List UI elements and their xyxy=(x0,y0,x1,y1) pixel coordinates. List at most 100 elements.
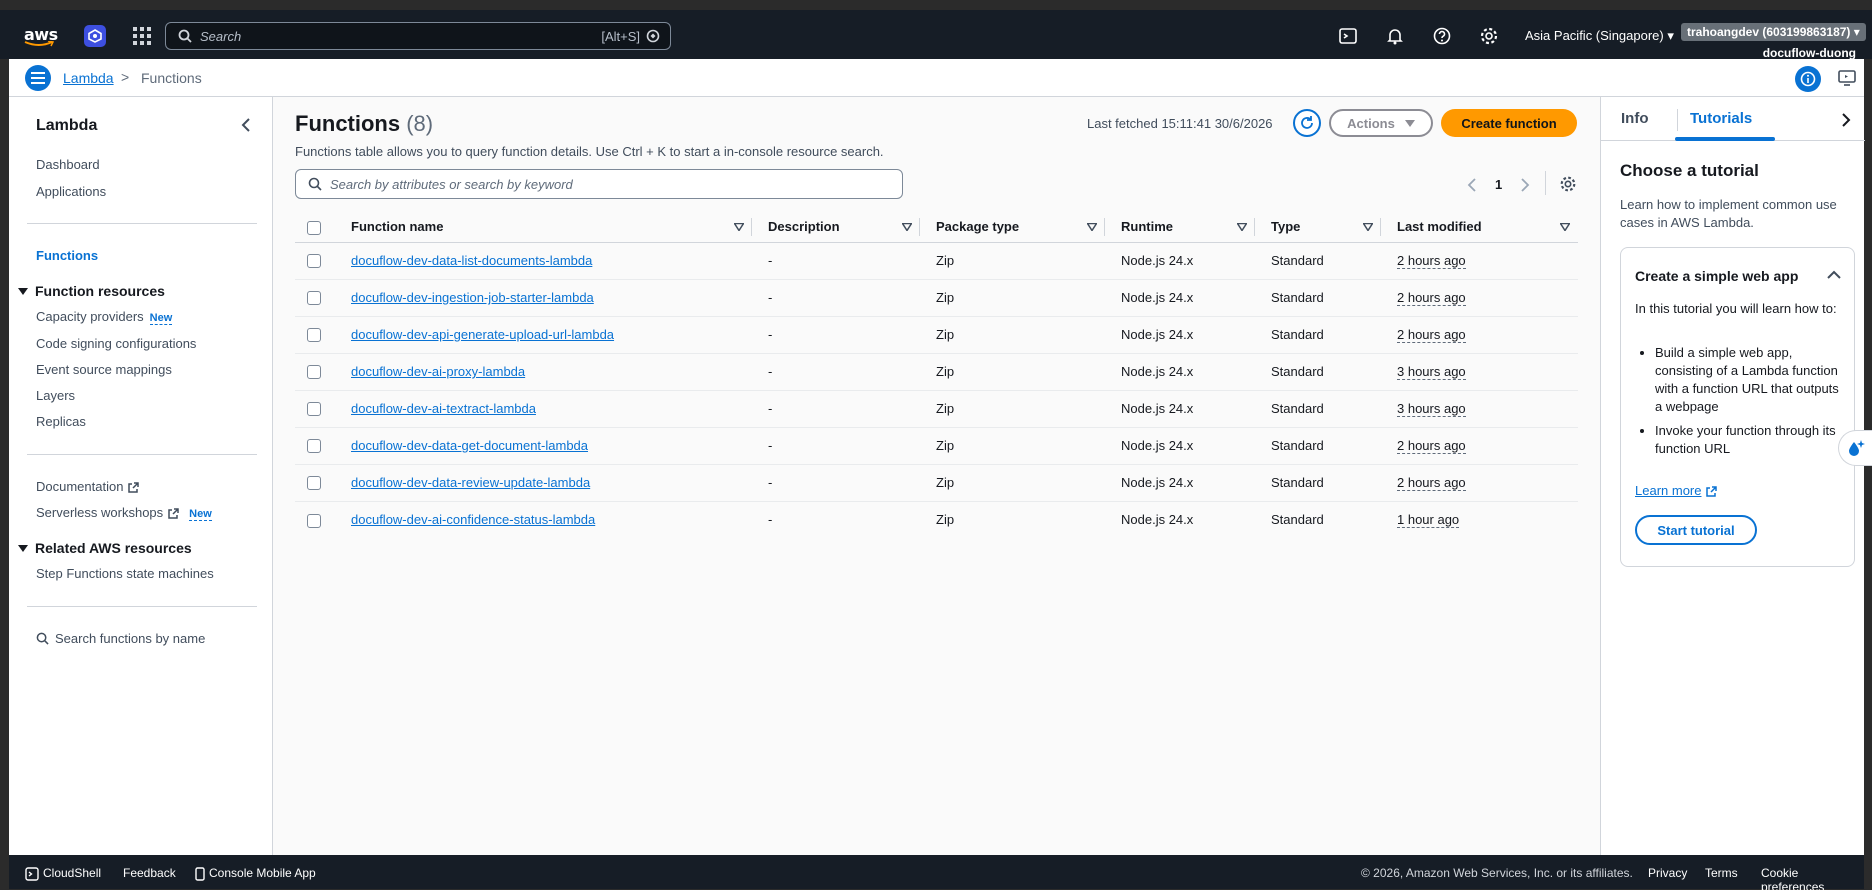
breadcrumb-lambda-link[interactable]: Lambda xyxy=(63,70,114,86)
info-panel-button[interactable] xyxy=(1795,66,1821,92)
region-selector[interactable]: Asia Pacific (Singapore) ▾ xyxy=(1525,28,1674,44)
sidebar-title[interactable]: Lambda xyxy=(36,117,97,135)
sidebar-item-event-source-mappings[interactable]: Event source mappings xyxy=(36,362,172,377)
create-function-button[interactable]: Create function xyxy=(1441,109,1577,137)
sidebar-item-functions[interactable]: Functions xyxy=(36,248,98,263)
row-checkbox[interactable] xyxy=(307,439,321,454)
sidebar-item-replicas[interactable]: Replicas xyxy=(36,414,86,429)
account-selector[interactable]: trahoangdev (603199863187) ▾ xyxy=(1681,23,1866,41)
row-checkbox[interactable] xyxy=(307,291,321,306)
sidebar-item-capacity-providers[interactable]: Capacity providers New xyxy=(36,309,173,325)
table-row[interactable]: docuflow-dev-ai-proxy-lambda - Zip Node.… xyxy=(295,353,1578,391)
chevron-right-icon[interactable] xyxy=(1841,113,1851,127)
sidebar-search-functions[interactable]: Search functions by name xyxy=(36,631,205,646)
last-modified-value[interactable]: 2 hours ago xyxy=(1397,290,1466,306)
services-grid-icon[interactable] xyxy=(133,27,151,45)
learn-more-link[interactable]: Learn more xyxy=(1635,483,1718,498)
navigation-menu-button[interactable] xyxy=(25,65,51,91)
last-modified-value[interactable]: 2 hours ago xyxy=(1397,253,1466,269)
column-header-runtime[interactable]: Runtime xyxy=(1105,212,1255,243)
footer-cloudshell[interactable]: CloudShell xyxy=(25,866,101,881)
row-checkbox[interactable] xyxy=(307,254,321,269)
tab-info[interactable]: Info xyxy=(1621,110,1649,127)
global-search[interactable]: [Alt+S] xyxy=(165,22,671,50)
column-header-description[interactable]: Description xyxy=(752,212,920,243)
footer-terms[interactable]: Terms xyxy=(1705,866,1738,880)
last-modified-value[interactable]: 1 hour ago xyxy=(1397,512,1460,529)
sidebar-section-related-resources[interactable]: Related AWS resources xyxy=(18,540,192,556)
column-header-type[interactable]: Type xyxy=(1255,212,1381,243)
footer-cookie-preferences[interactable]: Cookie preferences xyxy=(1761,866,1864,890)
help-icon[interactable] xyxy=(1432,26,1452,46)
table-row[interactable]: docuflow-dev-data-review-update-lambda -… xyxy=(295,464,1578,502)
sidebar-item-dashboard[interactable]: Dashboard xyxy=(36,157,100,172)
settings-gear-icon[interactable] xyxy=(1479,26,1499,46)
table-row[interactable]: docuflow-dev-ai-textract-lambda - Zip No… xyxy=(295,390,1578,428)
function-name-link[interactable]: docuflow-dev-ai-confidence-status-lambda xyxy=(351,512,595,527)
actions-dropdown-button[interactable]: Actions xyxy=(1329,109,1433,137)
sidebar-section-function-resources[interactable]: Function resources xyxy=(18,283,165,299)
function-name-link[interactable]: docuflow-dev-data-review-update-lambda xyxy=(351,475,590,490)
table-preferences-gear-icon[interactable] xyxy=(1559,175,1577,193)
last-modified-value[interactable]: 3 hours ago xyxy=(1397,364,1466,380)
footer-feedback[interactable]: Feedback xyxy=(123,866,176,880)
sort-caret-icon[interactable] xyxy=(1363,222,1373,231)
function-name-link[interactable]: docuflow-dev-ai-proxy-lambda xyxy=(351,364,525,379)
refresh-button[interactable] xyxy=(1293,109,1321,137)
sidebar-item-layers[interactable]: Layers xyxy=(36,388,75,403)
next-page-icon[interactable] xyxy=(1520,177,1530,192)
column-header-function-name[interactable]: Function name xyxy=(335,212,752,243)
function-name-link[interactable]: docuflow-dev-ingestion-job-starter-lambd… xyxy=(351,290,594,305)
function-filter-input[interactable] xyxy=(330,176,890,192)
last-modified-value[interactable]: 2 hours ago xyxy=(1397,475,1466,491)
tab-tutorials[interactable]: Tutorials xyxy=(1690,110,1752,127)
chevron-up-icon[interactable] xyxy=(1827,270,1841,280)
column-header-last-modified[interactable]: Last modified xyxy=(1381,212,1578,243)
last-modified-value[interactable]: 2 hours ago xyxy=(1397,327,1466,343)
tutorial-card-title[interactable]: Create a simple web app xyxy=(1635,268,1798,284)
row-checkbox[interactable] xyxy=(307,513,321,528)
sort-caret-icon[interactable] xyxy=(1237,222,1247,231)
sort-caret-icon[interactable] xyxy=(734,222,744,231)
last-modified-value[interactable]: 2 hours ago xyxy=(1397,438,1466,454)
sidebar-link-documentation[interactable]: Documentation xyxy=(36,479,140,494)
lambda-service-icon[interactable] xyxy=(84,25,106,47)
sort-caret-icon[interactable] xyxy=(1560,222,1570,231)
footer-privacy[interactable]: Privacy xyxy=(1648,866,1687,880)
function-filter[interactable] xyxy=(295,169,903,199)
collapse-sidebar-icon[interactable] xyxy=(240,118,252,132)
sidebar-item-code-signing[interactable]: Code signing configurations xyxy=(36,336,196,351)
start-tutorial-button[interactable]: Start tutorial xyxy=(1635,515,1757,545)
account-name[interactable]: docuflow-duong xyxy=(1763,46,1856,60)
column-header-package-type[interactable]: Package type xyxy=(920,212,1105,243)
row-checkbox[interactable] xyxy=(307,365,321,380)
function-name-link[interactable]: docuflow-dev-api-generate-upload-url-lam… xyxy=(351,327,614,342)
aws-logo[interactable]: aws xyxy=(24,25,58,47)
floating-assistant-button[interactable] xyxy=(1838,430,1872,466)
table-row[interactable]: docuflow-dev-data-get-document-lambda - … xyxy=(295,427,1578,465)
table-row[interactable]: docuflow-dev-ingestion-job-starter-lambd… xyxy=(295,279,1578,317)
table-row[interactable]: docuflow-dev-api-generate-upload-url-lam… xyxy=(295,316,1578,354)
copilot-icon[interactable] xyxy=(646,29,660,43)
notifications-bell-icon[interactable] xyxy=(1385,26,1405,46)
previous-page-icon[interactable] xyxy=(1467,177,1477,192)
sidebar-item-applications[interactable]: Applications xyxy=(36,184,106,199)
sort-caret-icon[interactable] xyxy=(902,222,912,231)
sort-caret-icon[interactable] xyxy=(1087,222,1097,231)
function-name-link[interactable]: docuflow-dev-ai-textract-lambda xyxy=(351,401,536,416)
table-row[interactable]: docuflow-dev-data-list-documents-lambda … xyxy=(295,242,1578,280)
footer-mobile-app[interactable]: Console Mobile App xyxy=(195,866,316,881)
current-page-number[interactable]: 1 xyxy=(1495,177,1502,192)
cloudshell-icon[interactable] xyxy=(1338,26,1358,46)
row-checkbox[interactable] xyxy=(307,476,321,491)
last-modified-value[interactable]: 3 hours ago xyxy=(1397,401,1466,417)
select-all-checkbox[interactable] xyxy=(307,220,321,235)
display-settings-icon[interactable] xyxy=(1837,68,1857,88)
sidebar-link-serverless-workshops[interactable]: Serverless workshops New xyxy=(36,505,212,521)
function-name-link[interactable]: docuflow-dev-data-get-document-lambda xyxy=(351,438,588,453)
table-row[interactable]: docuflow-dev-ai-confidence-status-lambda… xyxy=(295,501,1578,538)
row-checkbox[interactable] xyxy=(307,402,321,417)
global-search-input[interactable] xyxy=(200,28,580,44)
function-name-link[interactable]: docuflow-dev-data-list-documents-lambda xyxy=(351,253,592,268)
row-checkbox[interactable] xyxy=(307,328,321,343)
